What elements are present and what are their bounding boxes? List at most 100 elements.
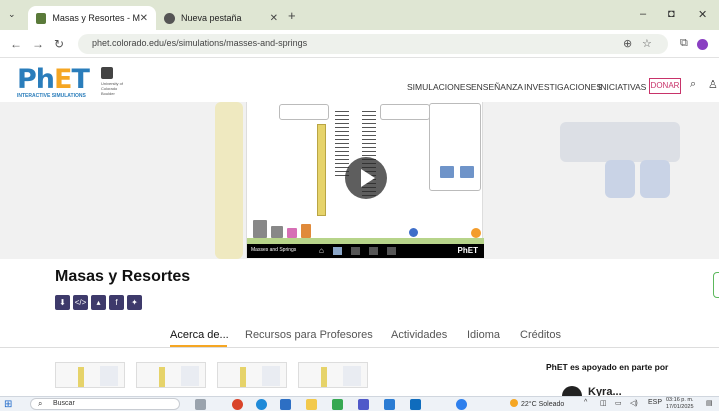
search-icon: ⌕ bbox=[38, 399, 43, 408]
outlook-taskbar-icon[interactable] bbox=[410, 399, 421, 410]
chrome-icon bbox=[164, 12, 175, 24]
twitter-icon[interactable]: ✦ bbox=[127, 295, 142, 310]
store-taskbar-icon[interactable] bbox=[280, 399, 291, 410]
search-icon[interactable]: ⌕ bbox=[690, 78, 696, 91]
play-button[interactable] bbox=[345, 157, 387, 199]
screen-icon-vectors[interactable] bbox=[351, 247, 360, 255]
screenshot-thumbnail[interactable] bbox=[55, 362, 125, 388]
toolbox-icon bbox=[440, 166, 454, 178]
screenshot-thumbnail[interactable] bbox=[217, 362, 287, 388]
screen-icon-energy[interactable] bbox=[369, 247, 378, 255]
sun-icon bbox=[510, 399, 518, 407]
bookmark-star-icon[interactable]: ☆ bbox=[642, 37, 652, 50]
nav-investigaciones[interactable]: INVESTIGACIONES bbox=[524, 82, 602, 92]
close-tab-icon[interactable]: ✕ bbox=[140, 13, 148, 24]
reload-icon[interactable]: ↻ bbox=[54, 37, 64, 51]
phet-logo[interactable]: PhET INTERACTIVE SIMULATIONS bbox=[17, 64, 90, 99]
extensions-icon[interactable]: ⧉ bbox=[680, 37, 688, 50]
zoom-icon[interactable]: ⊕ bbox=[623, 37, 632, 50]
search-placeholder: Buscar bbox=[53, 400, 75, 407]
word-taskbar-icon[interactable] bbox=[384, 399, 395, 410]
blurred-background bbox=[215, 102, 243, 259]
network-icon[interactable]: ◫ bbox=[600, 399, 607, 407]
sponsor-icon bbox=[562, 386, 582, 396]
taskbar-search[interactable]: ⌕ Buscar bbox=[30, 398, 180, 410]
phet-favicon-icon bbox=[36, 12, 47, 24]
university-text: University of Colorado Boulder bbox=[101, 81, 124, 96]
sim-phet-logo[interactable]: PhET bbox=[458, 246, 478, 255]
mass-block bbox=[301, 224, 311, 238]
screen-icon-intro[interactable] bbox=[333, 247, 342, 255]
address-bar-row: ← → ↻ phet.colorado.edu/es/simulations/m… bbox=[0, 30, 719, 58]
tab-acerca-de[interactable]: Acerca de... bbox=[170, 329, 229, 341]
clock-time: 03:16 p. m. bbox=[666, 397, 694, 403]
edge-taskbar-icon[interactable] bbox=[256, 399, 267, 410]
clock-date: 17/01/2025 bbox=[666, 404, 694, 410]
url-text: phet.colorado.edu/es/simulations/masses-… bbox=[92, 38, 308, 48]
side-feedback-tab[interactable] bbox=[713, 272, 719, 298]
display-icon[interactable]: ▭ bbox=[615, 399, 622, 407]
speed-toggle-icon[interactable] bbox=[409, 228, 418, 237]
screenshot-thumbnail[interactable] bbox=[298, 362, 368, 388]
screenshot-thumbnail[interactable] bbox=[136, 362, 206, 388]
site-header: PhET INTERACTIVE SIMULATIONS University … bbox=[0, 58, 719, 102]
download-icon[interactable]: ⬇ bbox=[55, 295, 70, 310]
tab-masas-resortes[interactable]: Masas y Resortes - Movimiento ✕ bbox=[28, 6, 156, 30]
mass-block bbox=[253, 220, 267, 238]
facebook-icon[interactable]: f bbox=[109, 295, 124, 310]
sim-title: Masses and Springs bbox=[251, 247, 297, 253]
donate-button[interactable]: DONAR bbox=[649, 78, 681, 94]
nav-iniciativas[interactable]: INICIATIVAS bbox=[598, 82, 646, 92]
tray-chevron-icon[interactable]: ^ bbox=[584, 399, 587, 406]
profile-avatar[interactable] bbox=[697, 39, 708, 50]
university-logo[interactable]: University of Colorado Boulder bbox=[101, 67, 127, 96]
close-window-button[interactable]: ✕ bbox=[698, 8, 707, 21]
notifications-icon[interactable]: ▤ bbox=[706, 399, 713, 407]
blurred-background bbox=[605, 160, 635, 198]
sponsor-logo[interactable]: Kyra... bbox=[562, 386, 642, 396]
nav-ensenanza[interactable]: ENSEÑANZA bbox=[471, 82, 523, 92]
tab-recursos-profesores[interactable]: Recursos para Profesores bbox=[245, 329, 373, 341]
explorer-taskbar-icon[interactable] bbox=[306, 399, 317, 410]
weather-text: 22°C Soleado bbox=[521, 401, 565, 408]
mass-block bbox=[287, 228, 297, 238]
divider bbox=[0, 347, 719, 348]
info-icon[interactable]: ▴ bbox=[91, 295, 106, 310]
minimize-button[interactable]: – bbox=[640, 8, 646, 20]
language-indicator[interactable]: ESP bbox=[648, 399, 662, 406]
sim-navigation-bar: Masses and Springs ⌂ PhET bbox=[247, 244, 484, 258]
tab-title: Masas y Resortes - Movimiento bbox=[52, 13, 140, 23]
weather-widget[interactable]: 22°C Soleado bbox=[510, 399, 564, 408]
forward-arrow-icon[interactable]: → bbox=[32, 37, 44, 51]
teams-taskbar-icon[interactable] bbox=[358, 399, 369, 410]
tab-list-chevron-icon[interactable]: ⌄ bbox=[8, 9, 16, 20]
windows-start-icon[interactable]: ⊞ bbox=[4, 399, 12, 410]
windows-taskbar: ⊞ ⌕ Buscar 22°C Soleado ^ ◫ ▭ ◁) ESP 03:… bbox=[0, 396, 719, 411]
volume-icon[interactable]: ◁) bbox=[630, 399, 638, 407]
embed-icon[interactable]: </> bbox=[73, 295, 88, 310]
maximize-button[interactable]: ◘ bbox=[668, 8, 675, 20]
tab-creditos[interactable]: Créditos bbox=[520, 329, 561, 341]
back-arrow-icon[interactable]: ← bbox=[10, 37, 22, 51]
page-title: Masas y Resortes bbox=[55, 268, 191, 285]
user-icon[interactable]: ♙ bbox=[708, 78, 718, 91]
task-view-icon[interactable] bbox=[195, 399, 206, 410]
simulation-preview[interactable]: Masses and Springs ⌂ PhET bbox=[246, 102, 484, 258]
close-tab-icon[interactable]: ✕ bbox=[270, 13, 278, 24]
tab-nueva-pestana[interactable]: Nueva pestaña ✕ bbox=[156, 6, 286, 30]
clock[interactable]: 03:16 p. m. 17/01/2025 bbox=[666, 397, 694, 411]
home-icon[interactable]: ⌂ bbox=[319, 246, 324, 255]
screen-icon-lab[interactable] bbox=[387, 247, 396, 255]
app-taskbar-icon[interactable] bbox=[332, 399, 343, 410]
reset-button[interactable] bbox=[471, 228, 481, 238]
tab-actividades[interactable]: Actividades bbox=[391, 329, 447, 341]
mass-block bbox=[271, 226, 283, 238]
supported-by-heading: PhET es apoyado en parte por bbox=[546, 362, 669, 372]
app-taskbar-icon[interactable] bbox=[456, 399, 467, 410]
tab-title: Nueva pestaña bbox=[181, 13, 242, 23]
nav-simulaciones[interactable]: SIMULACIONES bbox=[407, 82, 471, 92]
tab-idioma[interactable]: Idioma bbox=[467, 329, 500, 341]
new-tab-button[interactable]: + bbox=[288, 8, 296, 23]
url-field[interactable]: phet.colorado.edu/es/simulations/masses-… bbox=[78, 34, 668, 54]
chrome-taskbar-icon[interactable] bbox=[232, 399, 243, 410]
